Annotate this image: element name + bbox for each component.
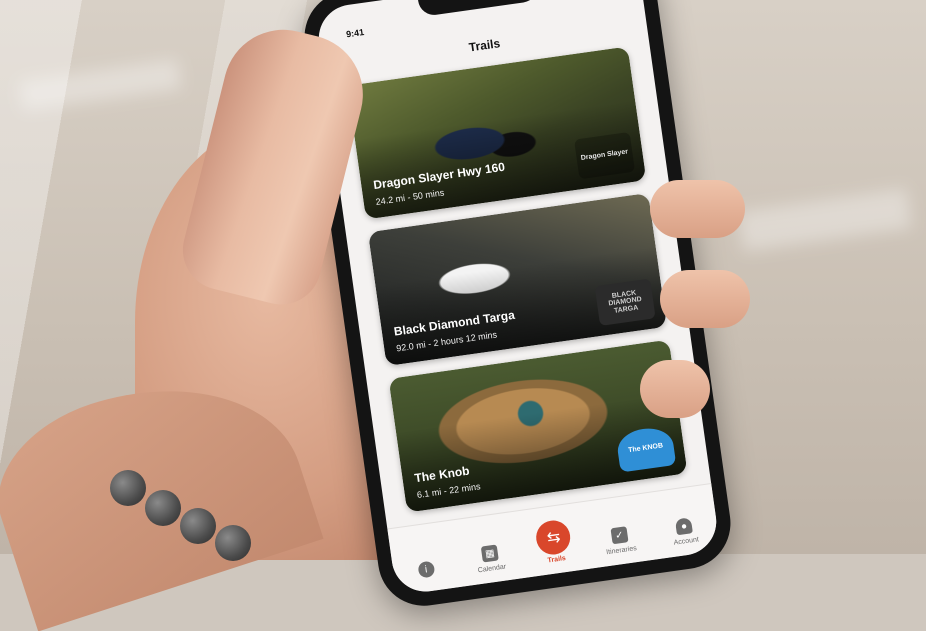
bracelet-bead [215, 525, 251, 561]
black-diamond-logo-icon: BLACK DIAMOND TARGA [594, 278, 656, 326]
person-icon: ● [675, 517, 694, 536]
trail-card[interactable]: BLACK DIAMOND TARGA Black Diamond Targa … [367, 192, 667, 367]
finger [660, 270, 750, 328]
status-time: 9:41 [345, 26, 365, 40]
bracelet-bead [145, 490, 181, 526]
tab-label: Calendar [477, 563, 507, 575]
bracelet-bead [180, 508, 216, 544]
tab-label: Account [673, 536, 700, 547]
tab-account[interactable]: ● Account [656, 515, 713, 549]
clipboard-icon: ✓ [610, 526, 629, 545]
trails-signpost-icon: ⇆ [534, 518, 573, 557]
finger [640, 360, 710, 418]
tab-label: Itineraries [605, 545, 638, 557]
trail-card[interactable]: The KNOB The Knob 6.1 mi - 22 mins [388, 339, 688, 513]
bracelet-bead [110, 470, 146, 506]
tab-trails[interactable]: ⇆ Trails [525, 517, 584, 567]
info-icon: i [417, 560, 436, 579]
finger [650, 180, 745, 238]
logo-text: The KNOB [627, 442, 664, 455]
tab-label: Trails [547, 555, 567, 565]
logo-text: Dragon Slayer [580, 148, 629, 163]
tab-calendar[interactable]: ▦ Calendar [462, 542, 519, 576]
tab-info[interactable]: i [398, 558, 454, 585]
dragon-logo-icon: Dragon Slayer [574, 131, 636, 180]
trail-card[interactable]: Dragon Slayer Dragon Slayer Hwy 160 24.2… [347, 46, 647, 220]
tab-itineraries[interactable]: ✓ Itineraries [592, 524, 649, 558]
phone-notch [416, 0, 539, 18]
logo-text: BLACK DIAMOND TARGA [608, 289, 643, 315]
